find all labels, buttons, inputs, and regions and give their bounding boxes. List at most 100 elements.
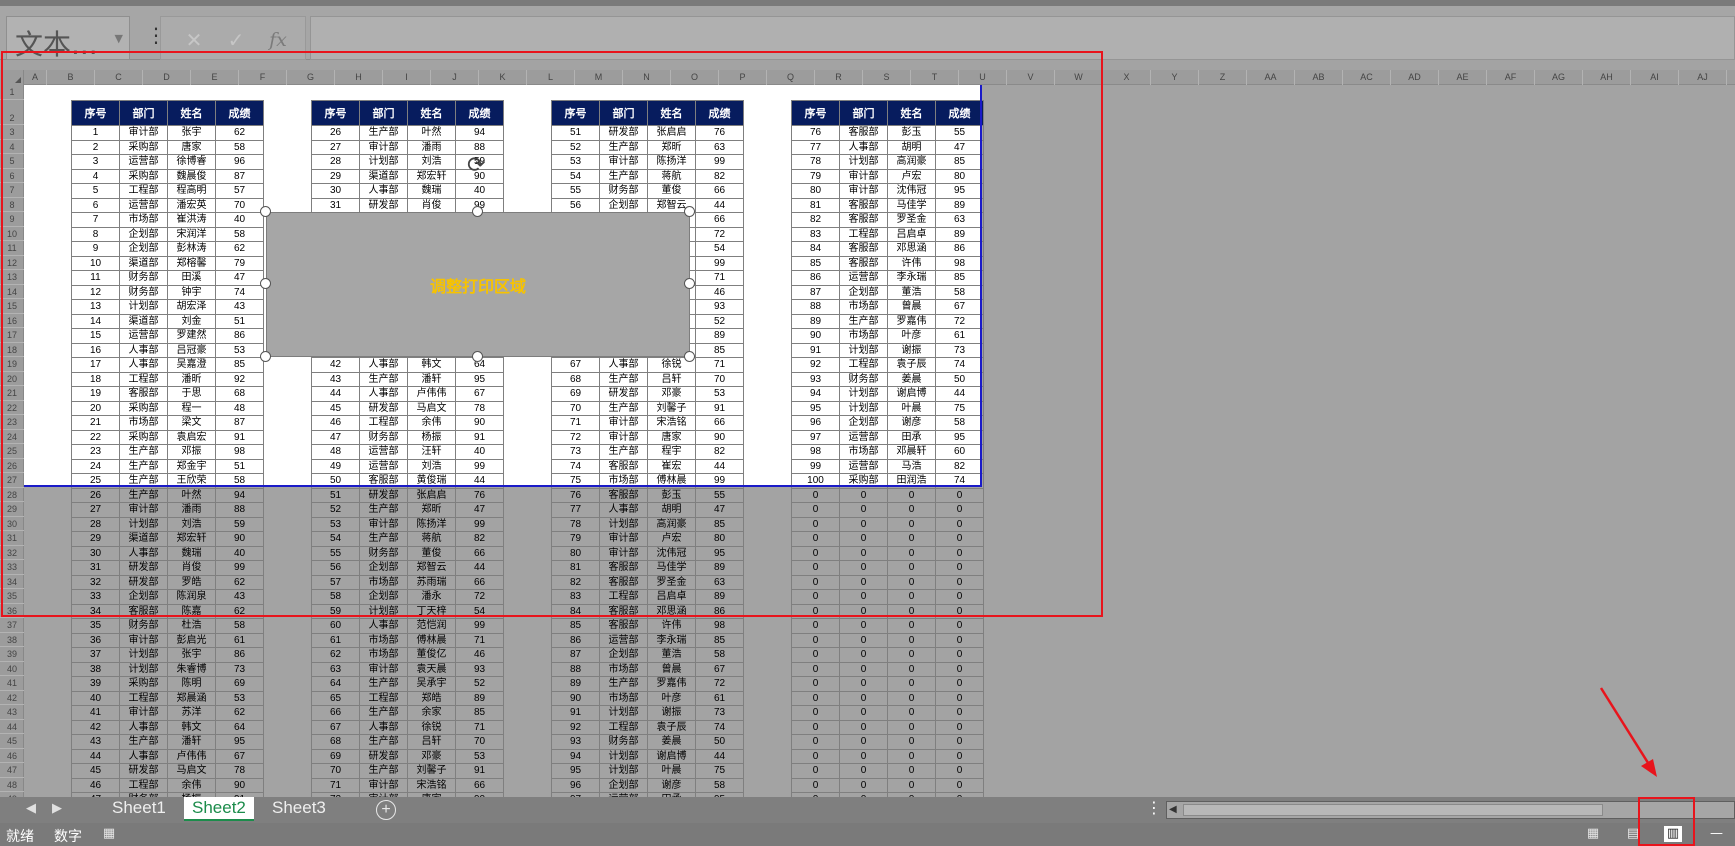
table-cell[interactable]: 工程部 <box>119 371 168 387</box>
table-cell[interactable]: 财务部 <box>119 284 168 300</box>
column-header-m[interactable]: M <box>575 70 623 85</box>
row-header-9[interactable]: 9 <box>0 212 24 227</box>
row-header-44[interactable]: 44 <box>0 720 24 734</box>
row-header-8[interactable]: 8 <box>0 198 24 212</box>
row-header-36[interactable]: 36 <box>0 604 24 618</box>
table-cell[interactable]: 钟宇 <box>167 284 216 300</box>
table-cell[interactable]: 74 <box>695 719 744 735</box>
table-cell[interactable]: 90 <box>551 690 600 706</box>
table-cell[interactable]: 0 <box>791 719 840 735</box>
table-cell[interactable]: 潘轩 <box>407 371 456 387</box>
table-cell[interactable]: 59 <box>215 516 264 532</box>
table-cell[interactable]: 韩文 <box>167 719 216 735</box>
column-header-z[interactable]: Z <box>1199 70 1247 85</box>
table-cell[interactable]: 徐博睿 <box>167 154 216 170</box>
row-header-39[interactable]: 39 <box>0 647 24 662</box>
table-cell[interactable]: 15 <box>71 328 120 344</box>
table-cell[interactable]: 袁天晨 <box>407 661 456 677</box>
table-cell[interactable]: 审计部 <box>359 661 408 677</box>
table-cell[interactable]: 78 <box>791 154 840 170</box>
table-cell[interactable]: 55 <box>695 487 744 503</box>
table-cell[interactable]: 客服部 <box>599 560 648 576</box>
table-cell[interactable]: 86 <box>551 632 600 648</box>
table-cell[interactable]: 93 <box>455 661 504 677</box>
table-cell[interactable]: 刘浩 <box>407 458 456 474</box>
table-cell[interactable]: 95 <box>935 429 984 445</box>
table-cell[interactable]: 67 <box>455 386 504 402</box>
table-cell[interactable]: 83 <box>551 589 600 605</box>
table-cell[interactable]: 崔宏 <box>647 458 696 474</box>
tab-scroll-left-icon[interactable]: ◀ <box>26 801 36 816</box>
table-cell[interactable]: 卢伟伟 <box>167 748 216 764</box>
row-header-5[interactable]: 5 <box>0 154 24 169</box>
resize-handle[interactable] <box>260 278 271 289</box>
table-cell[interactable]: 胡明 <box>887 139 936 155</box>
table-cell[interactable]: 生产部 <box>359 763 408 779</box>
table-cell[interactable]: 财务部 <box>839 371 888 387</box>
table-cell[interactable]: 财务部 <box>119 618 168 634</box>
table-cell[interactable]: 财务部 <box>359 545 408 561</box>
table-cell[interactable]: 汪轩 <box>407 444 456 460</box>
table-cell[interactable]: 市场部 <box>839 328 888 344</box>
table-cell[interactable]: 研发部 <box>599 386 648 402</box>
column-header-r[interactable]: R <box>815 70 863 85</box>
table-cell[interactable]: 0 <box>839 603 888 619</box>
table-cell[interactable]: 78 <box>455 400 504 416</box>
add-sheet-icon[interactable]: + <box>376 800 396 820</box>
table-cell[interactable]: 99 <box>695 154 744 170</box>
table-cell[interactable]: 客服部 <box>839 212 888 228</box>
table-cell[interactable]: 陈扬洋 <box>647 154 696 170</box>
table-cell[interactable]: 62 <box>215 574 264 590</box>
scrollbar-thumb[interactable] <box>1183 804 1603 816</box>
chevron-down-icon[interactable]: ▼ <box>115 32 123 45</box>
formula-input[interactable] <box>310 16 1735 60</box>
table-cell[interactable]: 胡明 <box>647 502 696 518</box>
table-cell[interactable]: 人事部 <box>359 618 408 634</box>
table-cell[interactable]: 企划部 <box>599 647 648 663</box>
table-cell[interactable]: 18 <box>71 371 120 387</box>
table-cell[interactable]: 叶彦 <box>887 328 936 344</box>
row-header-38[interactable]: 38 <box>0 633 24 647</box>
table-cell[interactable]: 77 <box>791 139 840 155</box>
table-cell[interactable]: 0 <box>791 502 840 518</box>
table-cell[interactable]: 53 <box>695 386 744 402</box>
column-header-h[interactable]: H <box>335 70 383 85</box>
table-cell[interactable]: 30 <box>311 183 360 199</box>
column-header-w[interactable]: W <box>1055 70 1103 85</box>
table-cell[interactable]: 生产部 <box>359 125 408 141</box>
table-cell[interactable]: 98 <box>215 444 264 460</box>
table-cell[interactable]: 程高明 <box>167 183 216 199</box>
page-layout-view-icon[interactable]: ▤ <box>1624 826 1642 842</box>
table-cell[interactable]: 0 <box>839 690 888 706</box>
table-cell[interactable]: 郑晨涵 <box>167 690 216 706</box>
table-cell[interactable]: 53 <box>455 748 504 764</box>
table-cell[interactable]: 62 <box>215 603 264 619</box>
table-cell[interactable]: 72 <box>695 676 744 692</box>
table-cell[interactable]: 高润豪 <box>887 154 936 170</box>
row-header-32[interactable]: 32 <box>0 546 24 560</box>
table-cell[interactable]: 李永瑞 <box>647 632 696 648</box>
table-cell[interactable]: 89 <box>935 197 984 213</box>
table-cell[interactable]: 96 <box>551 777 600 793</box>
table-cell[interactable]: 生产部 <box>359 705 408 721</box>
table-cell[interactable]: 董俊 <box>407 545 456 561</box>
table-header-cell[interactable]: 部门 <box>359 100 408 126</box>
function-icon[interactable]: fx <box>263 27 293 53</box>
table-cell[interactable]: 人事部 <box>599 502 648 518</box>
table-cell[interactable]: 85 <box>935 154 984 170</box>
table-cell[interactable]: 郑昕 <box>647 139 696 155</box>
table-cell[interactable]: 3 <box>71 154 120 170</box>
row-header-34[interactable]: 34 <box>0 575 24 589</box>
row-header-21[interactable]: 21 <box>0 386 24 401</box>
row-header-1[interactable]: 1 <box>0 85 24 100</box>
table-cell[interactable]: 8 <box>71 226 120 242</box>
table-header-cell[interactable]: 姓名 <box>167 100 216 126</box>
row-header-30[interactable]: 30 <box>0 517 24 531</box>
table-cell[interactable]: 99 <box>455 618 504 634</box>
table-cell[interactable]: 0 <box>791 676 840 692</box>
table-cell[interactable]: 58 <box>215 139 264 155</box>
table-cell[interactable]: 61 <box>215 632 264 648</box>
table-cell[interactable]: 44 <box>695 197 744 213</box>
column-header-i[interactable]: I <box>383 70 431 85</box>
table-cell[interactable]: 魏晨俊 <box>167 168 216 184</box>
